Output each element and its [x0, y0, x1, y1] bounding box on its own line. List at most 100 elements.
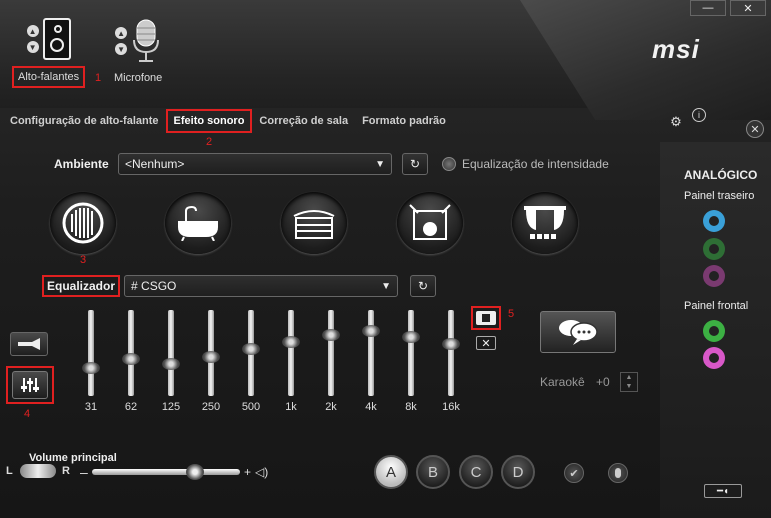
karaoke-button[interactable] — [540, 311, 616, 353]
check-button[interactable]: ✔ — [564, 463, 584, 483]
room-icon — [409, 204, 451, 240]
eq-slider-knob[interactable] — [362, 325, 380, 337]
eq-slider-8k[interactable] — [402, 310, 420, 396]
profile-b-button[interactable]: B — [416, 455, 450, 489]
preset-none-button[interactable] — [50, 192, 116, 254]
loudness-toggle[interactable] — [442, 157, 456, 171]
speaker-volume-icon: ◁) — [255, 465, 269, 479]
eq-slider-track — [168, 310, 174, 396]
eq-slider-500[interactable] — [242, 310, 260, 396]
eq-slider-1k[interactable] — [282, 310, 300, 396]
eq-slider-knob[interactable] — [322, 329, 340, 341]
eq-slider-31[interactable] — [82, 310, 100, 396]
eq-slider-250[interactable] — [202, 310, 220, 396]
arrow-down-icon: ▼ — [115, 43, 128, 55]
eq-slider-knob[interactable] — [202, 351, 220, 363]
close-button[interactable]: ✕ — [730, 0, 766, 16]
trumpet-icon — [18, 338, 40, 350]
preset-stadium-button[interactable] — [281, 192, 347, 254]
balance-knob[interactable] — [20, 464, 56, 478]
eq-slider-knob[interactable] — [242, 343, 260, 355]
floppy-icon — [482, 314, 490, 322]
environment-value: <Nenhum> — [125, 157, 185, 171]
profile-a-button[interactable]: A — [374, 455, 408, 489]
trumpet-button[interactable] — [10, 332, 48, 356]
eq-slider-16k[interactable] — [442, 310, 460, 396]
device-microphone[interactable]: ▲ ▼ Microfone — [114, 18, 162, 84]
eq-slider-knob[interactable] — [282, 336, 300, 348]
profile-c-button[interactable]: C — [459, 455, 493, 489]
jack-blue-icon[interactable] — [703, 210, 725, 232]
jack-pink-icon[interactable] — [703, 265, 725, 287]
jack-green-front-icon[interactable] — [703, 320, 725, 342]
environment-row: Ambiente <Nenhum> ▼ ↻ Equalização de int… — [54, 153, 609, 175]
info-button[interactable]: i — [692, 108, 706, 122]
arrow-down-icon[interactable]: ▼ — [621, 382, 637, 391]
annotation-5: 5 — [508, 308, 515, 320]
eq-slider-track — [408, 310, 414, 396]
tab-room-correction[interactable]: Correção de sala — [252, 115, 355, 127]
tab-default-format[interactable]: Formato padrão — [355, 115, 453, 127]
preset-bathroom-button[interactable] — [165, 192, 231, 254]
tools-icon: ✕ — [750, 123, 760, 136]
eq-frequency-label: 8k — [405, 401, 417, 413]
environment-select[interactable]: <Nenhum> ▼ — [118, 153, 392, 175]
equalizer-reset-button[interactable]: ↻ — [410, 275, 437, 297]
eq-slider-knob[interactable] — [162, 358, 180, 370]
theater-icon — [524, 206, 566, 239]
eq-slider-4k[interactable] — [362, 310, 380, 396]
msi-logo: msi — [652, 34, 700, 64]
annotation-4: 4 — [24, 408, 31, 420]
eq-slider-62[interactable] — [122, 310, 140, 396]
balance-right-label: R — [62, 465, 70, 477]
eq-frequency-label: 4k — [365, 401, 377, 413]
eq-slider-knob[interactable] — [402, 331, 420, 343]
minimize-button[interactable]: — — [690, 0, 726, 16]
equalizer-mode-button[interactable] — [6, 366, 54, 404]
check-icon: ✔ — [569, 467, 579, 480]
jack-green-icon[interactable] — [703, 238, 725, 260]
tools-button[interactable]: ✕ — [746, 120, 764, 138]
arrow-up-icon[interactable]: ▲ — [621, 373, 637, 382]
volume-label: Volume principal — [29, 452, 117, 464]
eq-slider-125[interactable] — [162, 310, 180, 396]
reset-icon: ↻ — [409, 157, 421, 171]
tab-speaker-config[interactable]: Configuração de alto-falante — [3, 115, 166, 127]
wrench-icon: ━◖ — [716, 485, 730, 497]
delete-preset-button[interactable]: ✕ — [476, 336, 496, 350]
chevron-down-icon: ▼ — [381, 280, 392, 292]
eq-slider-track — [88, 310, 94, 396]
environment-reset-button[interactable]: ↻ — [402, 153, 428, 175]
bathtub-icon — [178, 205, 218, 241]
chevron-down-icon: ▼ — [375, 158, 385, 170]
volume-slider[interactable] — [92, 464, 240, 480]
profile-d-button[interactable]: D — [501, 455, 535, 489]
app-window: — ✕ msi ▲ ▼ Alto-falantes 1 ▲ ▼ Microfon… — [0, 0, 771, 518]
mic-monitor-button[interactable] — [608, 463, 628, 483]
wrench-button[interactable]: ━◖ — [704, 484, 742, 498]
device-speakers[interactable]: ▲ ▼ Alto-falantes — [12, 18, 86, 88]
microphone-icon — [615, 468, 621, 478]
chat-bubbles-icon — [559, 320, 598, 345]
equalizer-icon — [21, 378, 39, 392]
eq-frequency-label: 16k — [442, 401, 460, 413]
karaoke-label: Karaokê — [540, 375, 585, 389]
volume-knob[interactable] — [186, 464, 204, 480]
eq-frequency-label: 1k — [285, 401, 297, 413]
microphone-icon — [133, 19, 160, 62]
tab-sound-effect[interactable]: Efeito sonoro — [165, 109, 253, 133]
preset-room-button[interactable] — [397, 192, 463, 254]
preset-theater-button[interactable] — [512, 192, 578, 254]
loudness-label: Equalização de intensidade — [462, 157, 609, 171]
eq-slider-knob[interactable] — [82, 362, 100, 374]
settings-button[interactable]: ⚙ — [668, 114, 684, 130]
karaoke-stepper[interactable]: ▲ ▼ — [620, 372, 638, 392]
eq-slider-knob[interactable] — [122, 353, 140, 365]
info-icon: i — [698, 110, 700, 120]
eq-slider-knob[interactable] — [442, 338, 460, 350]
save-preset-button[interactable] — [471, 306, 501, 330]
front-panel-label: Painel frontal — [684, 300, 749, 312]
jack-pink-front-icon[interactable] — [703, 347, 725, 369]
equalizer-select[interactable]: # CSGO ▼ — [124, 275, 399, 297]
eq-slider-2k[interactable] — [322, 310, 340, 396]
